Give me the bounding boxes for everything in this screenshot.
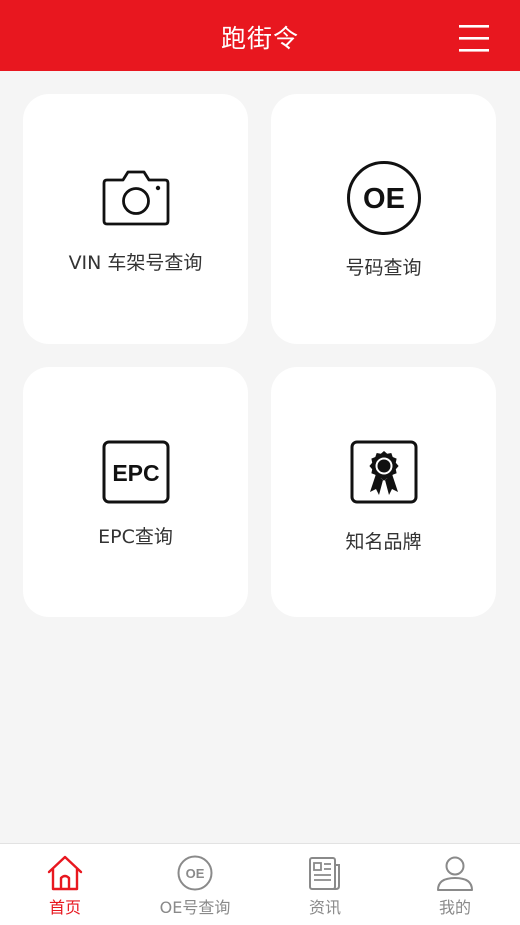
tab-news-label: 资讯 bbox=[308, 898, 341, 917]
oe-circle-icon: OE bbox=[346, 161, 421, 235]
tab-mine-label: 我的 bbox=[438, 898, 471, 917]
tab-news[interactable]: 资讯 bbox=[260, 844, 390, 925]
home-icon bbox=[47, 855, 83, 891]
epc-box-icon: EPC bbox=[102, 440, 169, 504]
tab-home[interactable]: 首页 bbox=[0, 844, 130, 925]
bottom-tab-bar: 首页 OE OE号查询 资讯 我的 bbox=[0, 843, 520, 925]
hamburger-menu-icon bbox=[459, 25, 489, 52]
award-badge-icon bbox=[350, 440, 417, 504]
oe-icon-text: OE bbox=[363, 183, 405, 215]
oe-circle-icon: OE bbox=[177, 855, 213, 891]
camera-icon bbox=[102, 170, 169, 226]
card-vin-search-label: VIN 车架号查询 bbox=[68, 252, 203, 274]
card-epc-search-label: EPC查询 bbox=[98, 526, 173, 548]
app-header: 跑街令 bbox=[0, 0, 520, 71]
card-famous-brands-label: 知名品牌 bbox=[345, 531, 422, 553]
tab-oe-search-label: OE号查询 bbox=[159, 898, 231, 917]
card-epc-search[interactable]: EPC EPC查询 bbox=[23, 367, 248, 617]
card-famous-brands[interactable]: 知名品牌 bbox=[271, 367, 496, 617]
tab-home-label: 首页 bbox=[48, 898, 81, 917]
epc-icon-text: EPC bbox=[112, 460, 159, 486]
menu-button[interactable] bbox=[450, 20, 498, 56]
card-vin-search[interactable]: VIN 车架号查询 bbox=[23, 94, 248, 344]
card-number-search-label: 号码查询 bbox=[345, 257, 422, 279]
page-title: 跑街令 bbox=[220, 24, 299, 53]
user-icon bbox=[437, 856, 473, 891]
oe-tab-icon-text: OE bbox=[186, 866, 205, 881]
tab-mine[interactable]: 我的 bbox=[390, 844, 520, 925]
news-icon bbox=[309, 857, 340, 890]
tab-oe-search[interactable]: OE OE号查询 bbox=[130, 844, 260, 925]
card-number-search[interactable]: OE 号码查询 bbox=[271, 94, 496, 344]
